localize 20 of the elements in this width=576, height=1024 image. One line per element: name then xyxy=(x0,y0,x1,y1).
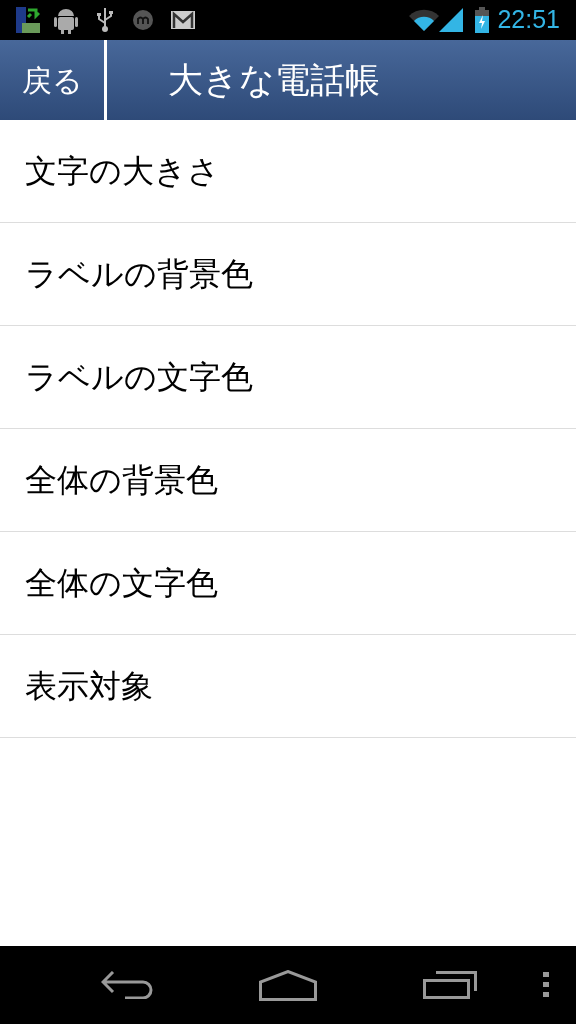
mail-icon xyxy=(170,10,196,30)
home-nav-icon[interactable] xyxy=(259,969,317,1001)
wifi-icon xyxy=(409,9,440,31)
clock-time: 22:51 xyxy=(497,4,560,36)
android-robot-icon xyxy=(54,6,78,34)
menu-item[interactable]: 全体の文字色 xyxy=(25,559,218,607)
menu-item[interactable]: 表示対象 xyxy=(25,662,153,710)
overflow-menu-icon[interactable] xyxy=(543,972,549,998)
usb-icon xyxy=(96,7,114,33)
app-icon xyxy=(16,7,40,33)
menu-item[interactable]: 全体の背景色 xyxy=(25,456,218,504)
back-nav-icon[interactable] xyxy=(101,971,155,999)
menu-item[interactable]: ラベルの背景色 xyxy=(25,250,253,298)
back-button[interactable]: 戻る xyxy=(0,40,104,120)
battery-charging-icon xyxy=(475,7,490,33)
menu-item[interactable]: ラベルの文字色 xyxy=(25,353,253,401)
menu-item[interactable]: 文字の大きさ xyxy=(25,147,220,195)
screen-title: 大きな電話帳 xyxy=(168,58,380,102)
recent-apps-nav-icon[interactable] xyxy=(423,971,479,999)
signal-icon xyxy=(439,8,464,32)
